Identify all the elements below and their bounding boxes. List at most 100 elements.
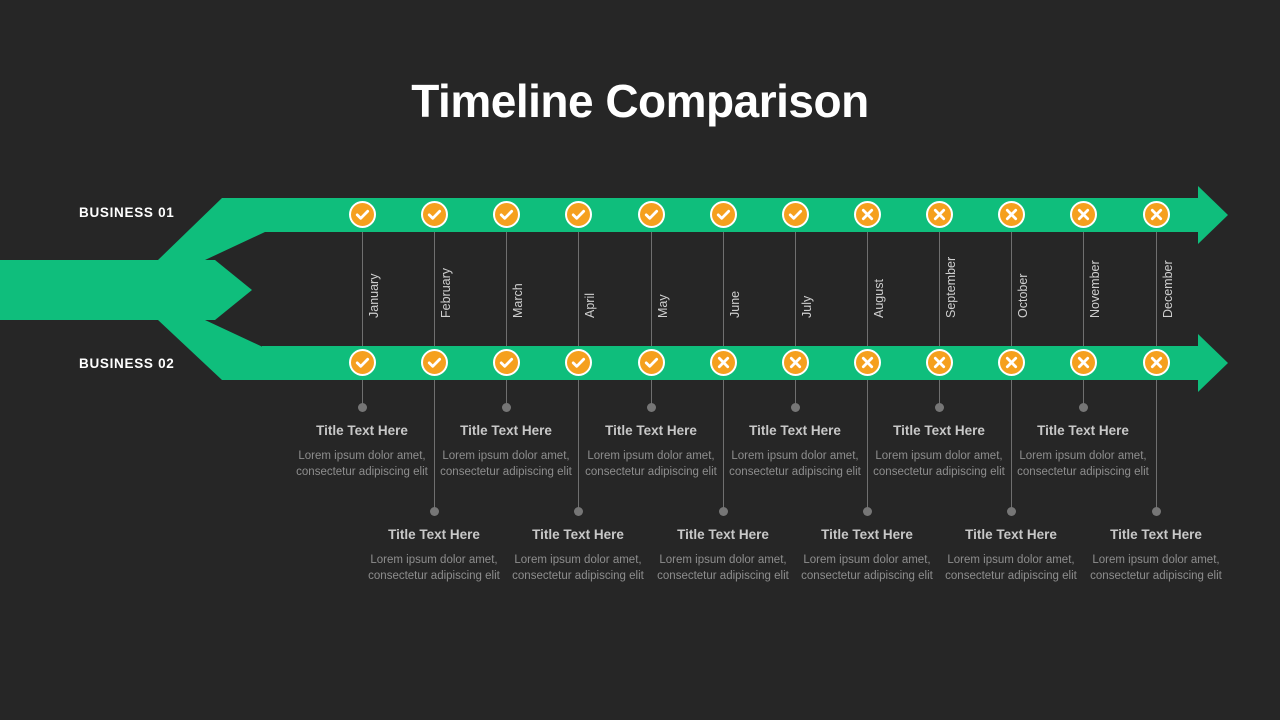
month-connector-dot <box>1152 507 1161 516</box>
card-title: Title Text Here <box>388 527 480 542</box>
month-connector-line <box>434 232 435 346</box>
milestone-business-01-january-check[interactable] <box>348 201 376 228</box>
month-label-january: January <box>367 273 381 318</box>
track-label-business-02: BUSINESS 02 <box>79 356 175 371</box>
milestone-business-02-august-cross[interactable] <box>853 349 881 376</box>
milestone-business-02-november-cross[interactable] <box>1069 349 1097 376</box>
month-connector-dot <box>935 403 944 412</box>
card-body: Lorem ipsum dolor amet, consectetur adip… <box>801 554 933 582</box>
card-body: Lorem ipsum dolor amet, consectetur adip… <box>1017 450 1149 478</box>
card-body: Lorem ipsum dolor amet, consectetur adip… <box>440 450 572 478</box>
month-label-december: December <box>1161 260 1175 318</box>
card-title: Title Text Here <box>893 423 985 438</box>
card-body: Lorem ipsum dolor amet, consectetur adip… <box>1090 554 1222 582</box>
card-title: Title Text Here <box>965 527 1057 542</box>
card-title: Title Text Here <box>605 423 697 438</box>
month-connector-line <box>578 232 579 346</box>
month-connector-dot <box>719 507 728 516</box>
month-label-june: June <box>728 290 742 318</box>
milestone-business-02-december-cross[interactable] <box>1142 349 1170 376</box>
month-connector-dot <box>863 507 872 516</box>
month-connector-dot <box>647 403 656 412</box>
card-title: Title Text Here <box>532 527 624 542</box>
card-title: Title Text Here <box>821 527 913 542</box>
description-card-lower-3: Title Text Here Lorem ipsum dolor amet, c… <box>647 527 799 584</box>
milestone-business-01-october-cross[interactable] <box>997 201 1025 228</box>
description-card-upper-5: Title Text Here Lorem ipsum dolor amet, c… <box>863 423 1015 480</box>
month-connector-line <box>362 232 363 346</box>
milestone-business-01-june-check[interactable] <box>709 201 737 228</box>
month-label-august: August <box>872 279 886 318</box>
month-connector-line <box>723 232 724 346</box>
milestone-business-01-december-cross[interactable] <box>1142 201 1170 228</box>
card-body: Lorem ipsum dolor amet, consectetur adip… <box>729 450 861 478</box>
card-body: Lorem ipsum dolor amet, consectetur adip… <box>512 554 644 582</box>
month-connector-dot <box>574 507 583 516</box>
card-title: Title Text Here <box>460 423 552 438</box>
description-card-upper-3: Title Text Here Lorem ipsum dolor amet, c… <box>575 423 727 480</box>
card-body: Lorem ipsum dolor amet, consectetur adip… <box>873 450 1005 478</box>
milestone-business-01-march-check[interactable] <box>492 201 520 228</box>
milestone-business-02-april-check[interactable] <box>564 349 592 376</box>
month-connector-line <box>506 232 507 346</box>
card-body: Lorem ipsum dolor amet, consectetur adip… <box>585 450 717 478</box>
milestone-business-02-may-check[interactable] <box>637 349 665 376</box>
description-card-upper-4: Title Text Here Lorem ipsum dolor amet, c… <box>719 423 871 480</box>
milestone-business-01-august-cross[interactable] <box>853 201 881 228</box>
description-card-lower-6: Title Text Here Lorem ipsum dolor amet, c… <box>1080 527 1232 584</box>
card-title: Title Text Here <box>677 527 769 542</box>
fork-wedge-lower <box>145 320 265 380</box>
page-title: Timeline Comparison <box>411 75 869 127</box>
month-connector-line <box>1011 232 1012 346</box>
milestone-business-02-february-check[interactable] <box>420 349 448 376</box>
milestone-business-01-may-check[interactable] <box>637 201 665 228</box>
month-label-november: November <box>1088 260 1102 318</box>
month-connector-dot <box>1079 403 1088 412</box>
month-label-march: March <box>511 283 525 318</box>
card-body: Lorem ipsum dolor amet, consectetur adip… <box>368 554 500 582</box>
month-connector-line <box>1083 232 1084 346</box>
month-label-may: May <box>656 294 670 318</box>
milestone-business-02-july-cross[interactable] <box>781 349 809 376</box>
month-connector-line <box>651 232 652 346</box>
month-connector-dot <box>791 403 800 412</box>
month-label-october: October <box>1016 273 1030 318</box>
month-label-april: April <box>583 292 597 318</box>
milestone-business-02-september-cross[interactable] <box>925 349 953 376</box>
card-title: Title Text Here <box>1110 527 1202 542</box>
milestone-business-01-november-cross[interactable] <box>1069 201 1097 228</box>
month-connector-line <box>867 232 868 346</box>
month-connector-dot <box>1007 507 1016 516</box>
month-connector-dot <box>358 403 367 412</box>
milestone-business-01-april-check[interactable] <box>564 201 592 228</box>
trunk-shape <box>0 260 210 320</box>
milestone-business-02-october-cross[interactable] <box>997 349 1025 376</box>
fork-connector <box>140 260 252 320</box>
card-title: Title Text Here <box>1037 423 1129 438</box>
month-connector-dot <box>430 507 439 516</box>
month-label-july: July <box>800 295 814 318</box>
month-connector-line <box>795 232 796 346</box>
card-title: Title Text Here <box>749 423 841 438</box>
description-card-upper-1: Title Text Here Lorem ipsum dolor amet, c… <box>286 423 438 480</box>
card-body: Lorem ipsum dolor amet, consectetur adip… <box>296 450 428 478</box>
milestone-business-02-january-check[interactable] <box>348 349 376 376</box>
description-card-upper-6: Title Text Here Lorem ipsum dolor amet, c… <box>1007 423 1159 480</box>
milestone-business-01-february-check[interactable] <box>420 201 448 228</box>
card-body: Lorem ipsum dolor amet, consectetur adip… <box>945 554 1077 582</box>
card-body: Lorem ipsum dolor amet, consectetur adip… <box>657 554 789 582</box>
description-card-upper-2: Title Text Here Lorem ipsum dolor amet, c… <box>430 423 582 480</box>
month-connector-line <box>1156 232 1157 346</box>
card-title: Title Text Here <box>316 423 408 438</box>
month-connector-line <box>939 232 940 346</box>
month-connector-dot <box>502 403 511 412</box>
month-label-september: September <box>944 256 958 318</box>
description-card-lower-5: Title Text Here Lorem ipsum dolor amet, c… <box>935 527 1087 584</box>
milestone-business-01-july-check[interactable] <box>781 201 809 228</box>
milestone-business-02-june-cross[interactable] <box>709 349 737 376</box>
month-label-february: February <box>439 267 453 318</box>
milestone-business-01-september-cross[interactable] <box>925 201 953 228</box>
description-card-lower-2: Title Text Here Lorem ipsum dolor amet, c… <box>502 527 654 584</box>
milestone-business-02-march-check[interactable] <box>492 349 520 376</box>
description-card-lower-4: Title Text Here Lorem ipsum dolor amet, c… <box>791 527 943 584</box>
